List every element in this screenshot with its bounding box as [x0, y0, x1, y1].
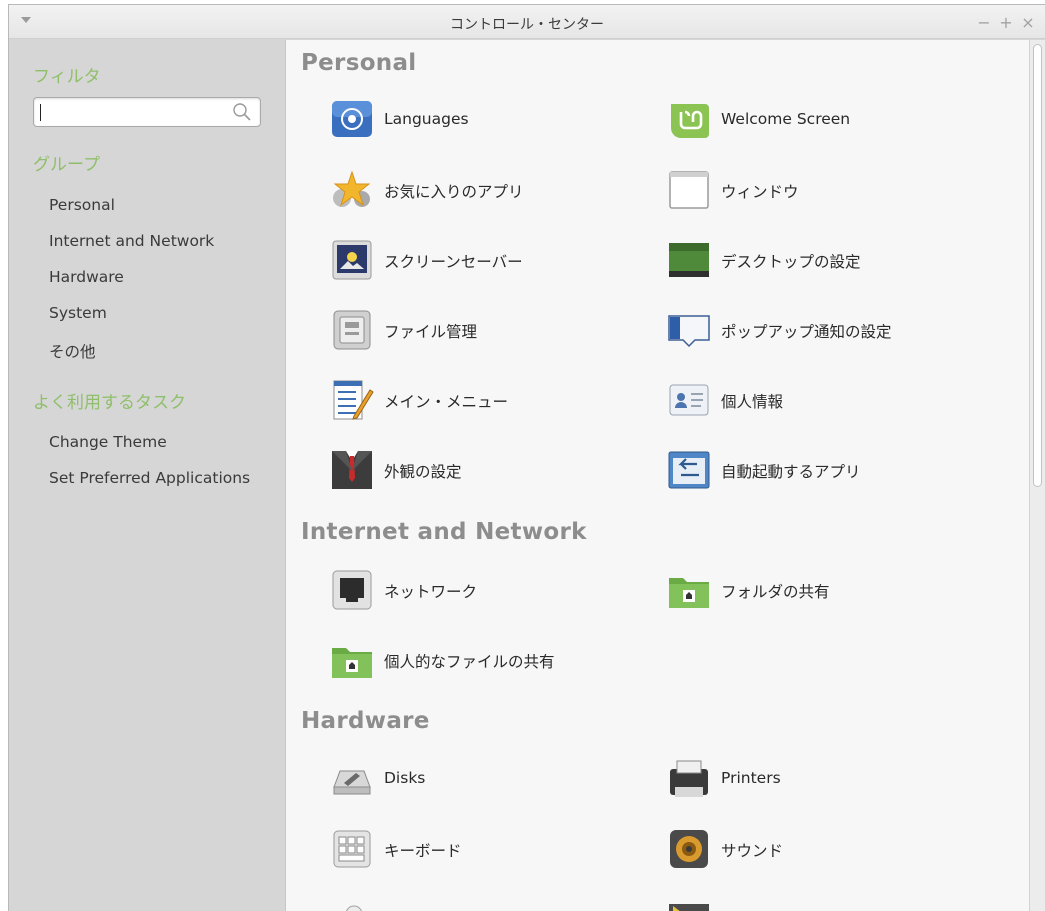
sidebar-item-system[interactable]: System	[49, 304, 107, 322]
item-label: Disks	[384, 769, 426, 787]
network-icon	[332, 570, 372, 610]
item-label: フォルダの共有	[721, 583, 830, 601]
item-keyboard[interactable]: キーボード	[330, 825, 650, 873]
item-label: ネットワーク	[384, 583, 478, 601]
item-welcome-screen[interactable]: Welcome Screen	[667, 96, 987, 144]
minimize-button[interactable]: −	[976, 13, 992, 32]
item-desktop-settings[interactable]: デスクトップの設定	[667, 236, 987, 284]
item-label: メイン・メニュー	[384, 393, 509, 411]
group-heading: グループ	[33, 155, 100, 175]
item-screensaver[interactable]: スクリーンセーバー	[330, 236, 650, 284]
item-disks[interactable]: Disks	[330, 755, 650, 803]
item-label: 個人的なファイルの共有	[384, 653, 555, 671]
tasks-heading: よく利用するタスク	[33, 393, 186, 413]
maximize-button[interactable]: +	[998, 13, 1014, 32]
item-popup-notification-settings[interactable]: ポップアップ通知の設定	[667, 306, 987, 354]
item-label: 個人情報	[721, 393, 784, 411]
sidebar-item-internet-network[interactable]: Internet and Network	[49, 232, 214, 250]
item-startup-apps[interactable]: 自動起動するアプリ	[667, 446, 987, 494]
sidebar-item-other[interactable]: その他	[49, 340, 96, 362]
section-title-personal: Personal	[301, 50, 417, 76]
titlebar: コントロール・センター − + ×	[9, 5, 1045, 39]
startup-apps-icon	[668, 451, 710, 489]
sidebar-item-personal[interactable]: Personal	[49, 196, 115, 214]
item-folder-sharing[interactable]: フォルダの共有	[667, 566, 987, 614]
item-label: キーボード	[384, 842, 462, 860]
keyboard-icon	[333, 830, 371, 868]
menu-editor-icon	[333, 380, 374, 420]
printer-icon	[670, 760, 708, 797]
task-set-preferred-applications[interactable]: Set Preferred Applications	[49, 469, 250, 487]
sidebar: フィルタ グループ Personal Internet and Network …	[9, 40, 285, 911]
item-label: スクリーンセーバー	[384, 253, 523, 271]
item-label: ウィンドウ	[721, 183, 799, 201]
partial-row-icon	[346, 905, 362, 911]
window-icon	[669, 171, 709, 209]
item-label: お気に入りのアプリ	[384, 183, 524, 201]
shared-folder-icon	[669, 578, 709, 608]
text-cursor	[40, 104, 41, 121]
item-label: ファイル管理	[384, 323, 478, 341]
item-printers[interactable]: Printers	[667, 755, 987, 803]
item-label: サウンド	[721, 842, 784, 860]
vertical-scrollbar[interactable]	[1029, 40, 1045, 911]
item-label: Welcome Screen	[721, 110, 851, 128]
desktop-icon	[669, 243, 709, 277]
window-title: コントロール・センター	[450, 17, 604, 33]
disks-icon	[333, 770, 371, 795]
item-sound[interactable]: サウンド	[667, 825, 987, 873]
un-flag-icon	[332, 101, 372, 137]
personal-share-icon	[332, 648, 372, 678]
item-network[interactable]: ネットワーク	[330, 566, 650, 614]
notification-icon	[668, 315, 710, 348]
item-favorite-apps[interactable]: お気に入りのアプリ	[330, 166, 650, 214]
star-gears-icon	[333, 170, 371, 207]
item-label: 外観の設定	[384, 463, 462, 481]
sidebar-item-hardware[interactable]: Hardware	[49, 268, 124, 286]
item-window[interactable]: ウィンドウ	[667, 166, 987, 214]
appearance-icon	[332, 451, 372, 489]
mint-logo-icon	[671, 104, 709, 138]
sound-icon	[670, 830, 708, 868]
search-icon[interactable]	[232, 102, 252, 122]
item-languages[interactable]: Languages	[330, 96, 650, 144]
item-main-menu[interactable]: メイン・メニュー	[330, 376, 650, 424]
item-label: Languages	[384, 110, 469, 128]
item-personal-file-sharing[interactable]: 個人的なファイルの共有	[330, 636, 650, 684]
scrollbar-thumb[interactable]	[1033, 44, 1042, 487]
section-title-internet-network: Internet and Network	[301, 519, 587, 545]
screensaver-icon	[332, 240, 372, 280]
item-label: ポップアップ通知の設定	[721, 323, 892, 341]
task-change-theme[interactable]: Change Theme	[49, 433, 167, 451]
partial-row-icon	[669, 904, 709, 911]
close-button[interactable]: ×	[1020, 13, 1036, 32]
file-manager-icon	[333, 310, 371, 350]
item-label: デスクトップの設定	[721, 253, 861, 271]
section-title-hardware: Hardware	[301, 708, 430, 734]
item-label: 自動起動するアプリ	[721, 463, 861, 481]
item-label: Printers	[721, 769, 781, 787]
filter-heading: フィルタ	[33, 67, 101, 87]
main-content: Personal Languages Welcome Screen お気に入りの…	[285, 40, 1030, 911]
control-center-window: コントロール・センター − + × フィルタ グループ Personal Int…	[8, 4, 1045, 911]
item-file-management[interactable]: ファイル管理	[330, 306, 650, 354]
item-personal-info[interactable]: 個人情報	[667, 376, 987, 424]
item-appearance-settings[interactable]: 外観の設定	[330, 446, 650, 494]
search-input[interactable]	[33, 97, 261, 127]
personal-info-icon	[669, 384, 709, 416]
